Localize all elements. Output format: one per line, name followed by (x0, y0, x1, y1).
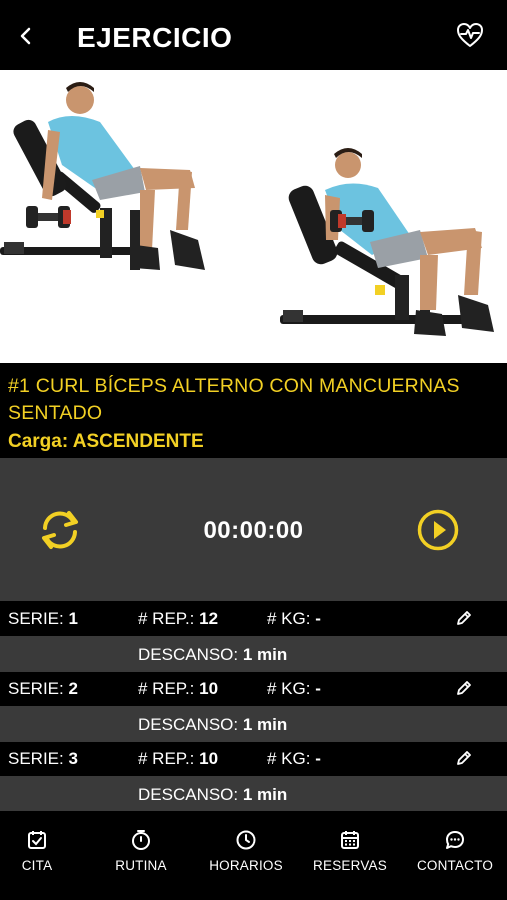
rest-time: DESCANSO: 1 min (138, 715, 288, 734)
serie-number: SERIE: 1 (8, 609, 78, 628)
load-label: Carga: (8, 431, 69, 452)
chevron-left-icon (20, 27, 31, 45)
calendar-grid-icon (341, 831, 359, 849)
tab-label: RUTINA (115, 858, 167, 873)
tab-rutina[interactable]: RUTINA (91, 829, 191, 873)
serie-kg: # KG: - (267, 749, 321, 768)
serie-reps: # REP.: 12 (138, 609, 219, 628)
exercise-info: #1 CURL BÍCEPS ALTERNO CON MANCUERNAS SE… (0, 363, 507, 458)
exercise-name: #1 CURL BÍCEPS ALTERNO CON MANCUERNAS SE… (8, 375, 460, 424)
edit-serie-button[interactable] (455, 609, 473, 627)
athlete-right (325, 148, 494, 336)
tab-label: HORARIOS (209, 858, 283, 873)
stopwatch-icon (132, 830, 150, 850)
app-header: EJERCICIO (0, 0, 507, 70)
page-title: EJERCICIO (77, 22, 233, 53)
edit-serie-button[interactable] (455, 749, 473, 767)
athlete-left (26, 82, 205, 270)
rest-row: DESCANSO: 1 min (0, 636, 507, 672)
serie-row: SERIE: 2 # REP.: 10 # KG: - (0, 672, 507, 706)
clock-icon (236, 830, 256, 850)
rest-row: DESCANSO: 1 min (0, 776, 507, 812)
tab-label: CONTACTO (416, 858, 494, 873)
serie-number: SERIE: 2 (8, 679, 78, 698)
tab-horarios[interactable]: HORARIOS (196, 829, 296, 873)
chat-bubble-icon (446, 831, 464, 849)
serie-kg: # KG: - (267, 609, 321, 628)
pencil-icon (457, 611, 471, 625)
exercise-load: Carga: ASCENDENTE (8, 427, 499, 457)
serie-kg: # KG: - (267, 679, 321, 698)
bottom-tab-bar: CITA RUTINA HORARIOS RESERVAS CONTACTO (0, 811, 507, 900)
tab-contacto[interactable]: CONTACTO (405, 829, 505, 873)
load-value: ASCENDENTE (72, 431, 204, 452)
back-button[interactable] (12, 22, 40, 50)
rest-row: DESCANSO: 1 min (0, 706, 507, 742)
pencil-icon (457, 751, 471, 765)
rest-time: DESCANSO: 1 min (138, 645, 288, 664)
health-button[interactable] (455, 20, 485, 50)
heart-pulse-icon (457, 23, 483, 47)
serie-reps: # REP.: 10 (138, 679, 219, 698)
tab-reservas[interactable]: RESERVAS (300, 829, 400, 873)
exercise-image (0, 70, 507, 363)
serie-reps: # REP.: 10 (138, 749, 219, 768)
rest-time: DESCANSO: 1 min (138, 785, 288, 804)
edit-serie-button[interactable] (455, 679, 473, 697)
tab-label: RESERVAS (313, 858, 387, 873)
play-button[interactable] (417, 509, 459, 551)
tab-cita[interactable]: CITA (0, 829, 87, 873)
serie-row: SERIE: 1 # REP.: 12 # KG: - (0, 602, 507, 636)
calendar-check-icon (28, 831, 46, 849)
serie-number: SERIE: 3 (8, 749, 78, 768)
play-circle-icon (417, 509, 459, 551)
serie-row: SERIE: 3 # REP.: 10 # KG: - (0, 742, 507, 776)
tab-label: CITA (21, 858, 53, 873)
pencil-icon (457, 681, 471, 695)
